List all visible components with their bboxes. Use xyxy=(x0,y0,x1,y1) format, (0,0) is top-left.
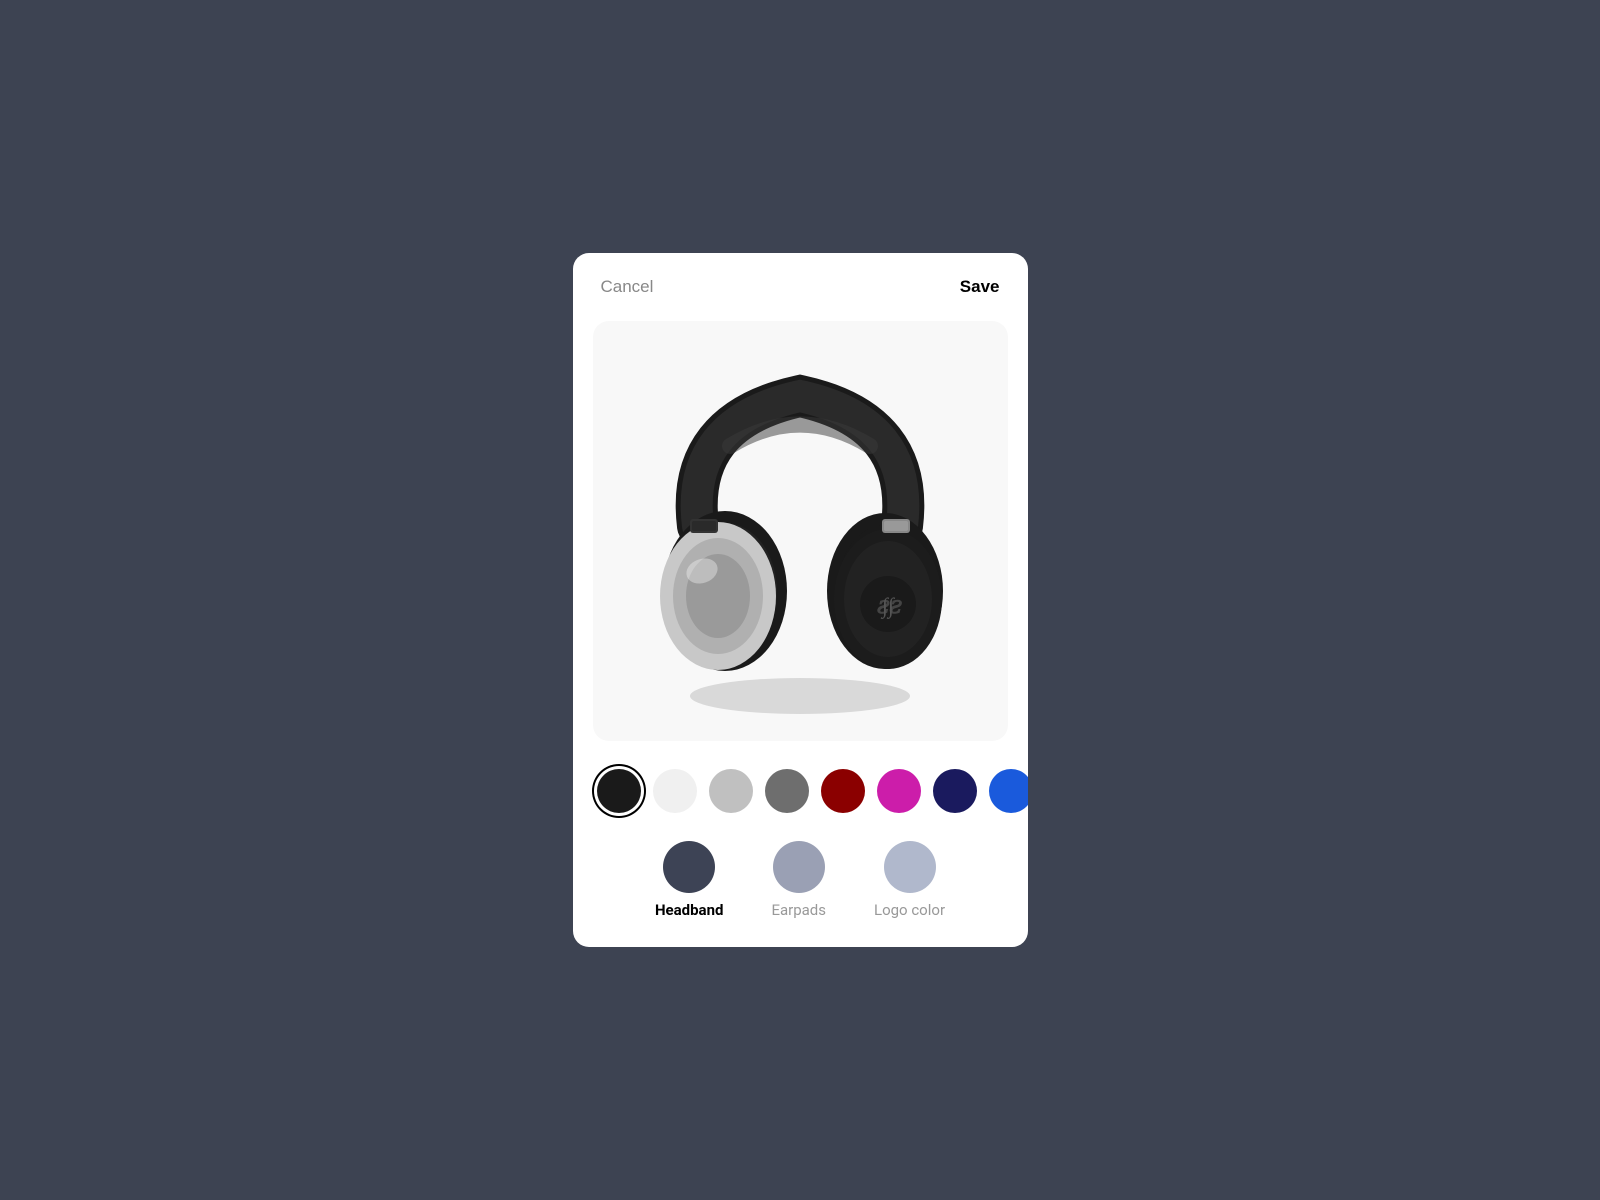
part-item-logo-color[interactable]: Logo color xyxy=(874,841,945,919)
cancel-button[interactable]: Cancel xyxy=(601,277,654,297)
customizer-modal: Cancel Save xyxy=(573,253,1028,947)
color-swatches-row xyxy=(573,757,1028,825)
part-item-earpads[interactable]: Earpads xyxy=(771,841,826,919)
modal-header: Cancel Save xyxy=(573,253,1028,313)
part-circle-earpads xyxy=(773,841,825,893)
save-button[interactable]: Save xyxy=(960,277,1000,297)
color-swatch-white[interactable] xyxy=(653,769,697,813)
color-swatch-dark-red[interactable] xyxy=(821,769,865,813)
product-preview: HEADPHONES ꙅꙅ ∫∫ xyxy=(593,321,1008,741)
color-swatch-black[interactable] xyxy=(597,769,641,813)
color-swatch-medium-gray[interactable] xyxy=(765,769,809,813)
svg-text:∫∫: ∫∫ xyxy=(880,593,896,619)
part-circle-headband xyxy=(663,841,715,893)
part-selector: Headband Earpads Logo color xyxy=(573,825,1028,947)
color-swatch-blue[interactable] xyxy=(989,769,1028,813)
color-swatch-dark-navy[interactable] xyxy=(933,769,977,813)
part-label-headband: Headband xyxy=(655,901,723,919)
color-swatch-magenta[interactable] xyxy=(877,769,921,813)
color-swatch-light-gray[interactable] xyxy=(709,769,753,813)
part-label-earpads: Earpads xyxy=(771,901,826,919)
part-item-headband[interactable]: Headband xyxy=(655,841,723,919)
part-circle-logo-color xyxy=(884,841,936,893)
headphones-illustration: HEADPHONES ꙅꙅ ∫∫ xyxy=(630,341,970,721)
part-label-logo-color: Logo color xyxy=(874,901,945,919)
